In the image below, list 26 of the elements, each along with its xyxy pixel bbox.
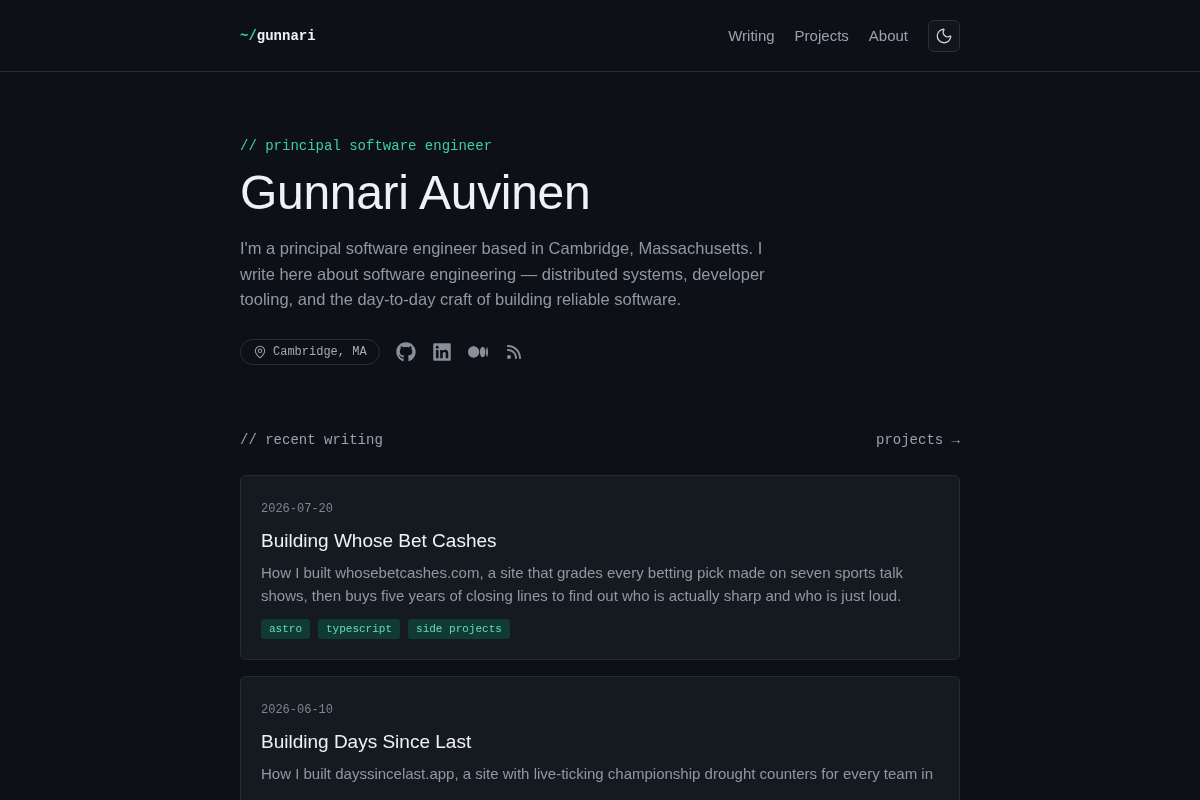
github-icon[interactable]: [395, 341, 416, 362]
nav-link[interactable]: Projects: [794, 25, 849, 46]
section-heading: // recent writing: [240, 430, 383, 450]
location-text: Cambridge, MA: [273, 343, 367, 360]
map-pin-icon: [253, 344, 267, 359]
post-date: 2026-07-20: [261, 500, 334, 518]
nav-link[interactable]: Writing: [728, 25, 775, 46]
role-eyebrow: // principal software engineer: [240, 137, 494, 156]
bio-paragraph: I'm a principal software engineer based in Cambridge, Massachusetts. I write here about software engineering — distributed systems, developer tooling, and the day-to-day craft of building reliable software.: [240, 238, 766, 311]
projects-link[interactable]: projects →: [876, 429, 960, 450]
tag[interactable]: side projects: [408, 618, 510, 639]
rss-icon[interactable]: [505, 343, 522, 360]
theme-toggle-button[interactable]: [928, 19, 960, 52]
post-title[interactable]: Building Days Since Last: [261, 728, 939, 755]
nav-link[interactable]: About: [868, 25, 908, 46]
linkedin-icon[interactable]: [431, 341, 452, 362]
site-logo[interactable]: ~/gunnari: [240, 25, 316, 46]
tag[interactable]: astro: [261, 618, 310, 639]
post-card[interactable]: [240, 474, 960, 660]
post-date: 2026-06-10: [261, 701, 334, 719]
post-summary: How I built dayssincelast.app, a site with live-ticking championship drought counters for every team in: [261, 763, 934, 784]
post-title[interactable]: Building Whose Bet Cashes: [261, 527, 939, 554]
post-summary: How I built whosebetcashes.com, a site that grades every betting pick made on seven sports talk shows, then buys five years of closing lines to find out who is actually sharp and who is just loud.: [261, 562, 904, 606]
page-title: Gunnari Auvinen: [240, 166, 592, 220]
post-card[interactable]: 2026-06-10 Building Days Since Last How I built dayssincelast.app, a site with live-ticking championship drought counters for every team in: [240, 675, 960, 800]
tag[interactable]: typescript: [318, 618, 401, 639]
